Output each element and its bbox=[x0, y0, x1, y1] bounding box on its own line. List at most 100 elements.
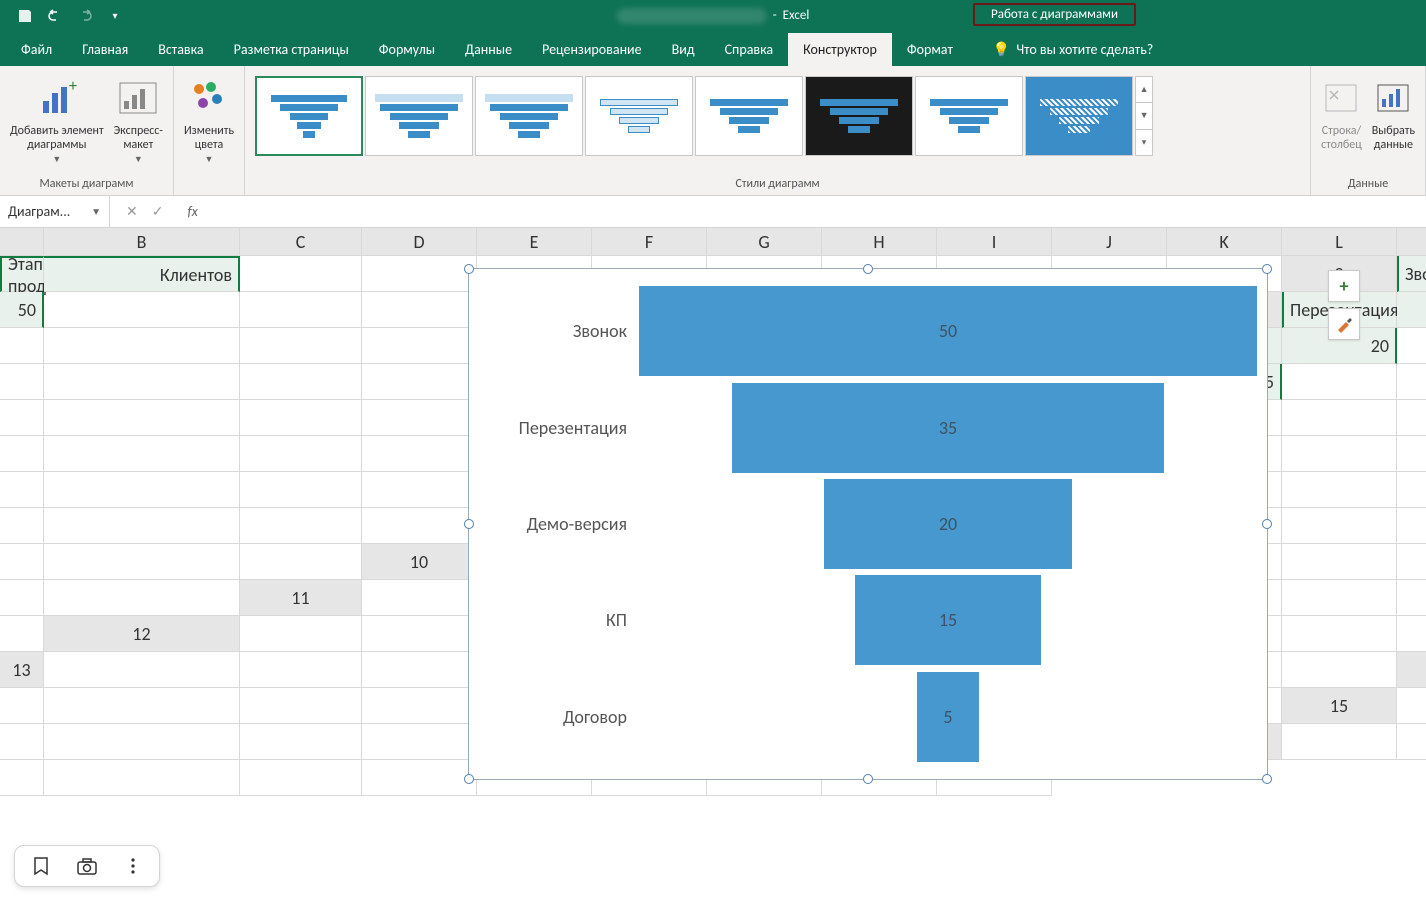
cell[interactable] bbox=[44, 292, 240, 328]
cell[interactable] bbox=[0, 328, 44, 364]
cell[interactable] bbox=[362, 436, 477, 472]
cell[interactable] bbox=[1397, 400, 1426, 436]
resize-handle[interactable] bbox=[464, 264, 474, 274]
tab-page-layout[interactable]: Разметка страницы bbox=[219, 33, 364, 66]
chart-style-3[interactable] bbox=[475, 76, 583, 156]
funnel-row[interactable]: Договор5 bbox=[479, 672, 1257, 762]
row-header[interactable]: 10 bbox=[362, 544, 477, 580]
switch-row-col-button[interactable]: Строка/ столбец bbox=[1319, 72, 1364, 153]
resize-handle[interactable] bbox=[863, 264, 873, 274]
cell[interactable] bbox=[240, 544, 362, 580]
chart-style-6[interactable] bbox=[805, 76, 913, 156]
resize-handle[interactable] bbox=[464, 774, 474, 784]
chart-style-2[interactable] bbox=[365, 76, 473, 156]
cell[interactable] bbox=[44, 544, 240, 580]
fx-label[interactable]: fx bbox=[179, 203, 205, 220]
cell[interactable] bbox=[240, 616, 362, 652]
bookmark-icon[interactable] bbox=[29, 854, 53, 878]
cell[interactable]: 50 bbox=[0, 292, 44, 328]
cell[interactable] bbox=[44, 688, 240, 724]
cell[interactable] bbox=[1397, 724, 1426, 760]
cell[interactable] bbox=[362, 580, 477, 616]
more-icon[interactable] bbox=[121, 854, 145, 878]
cell[interactable] bbox=[362, 724, 477, 760]
cell[interactable] bbox=[44, 580, 240, 616]
cell[interactable] bbox=[0, 436, 44, 472]
cell[interactable] bbox=[1397, 544, 1426, 580]
cell[interactable] bbox=[362, 328, 477, 364]
cell[interactable] bbox=[362, 616, 477, 652]
cell[interactable] bbox=[1282, 652, 1397, 688]
chart-style-4[interactable] bbox=[585, 76, 693, 156]
column-header[interactable]: D bbox=[362, 228, 477, 256]
cell[interactable] bbox=[44, 328, 240, 364]
cell[interactable] bbox=[240, 760, 362, 796]
undo-icon[interactable] bbox=[42, 3, 68, 29]
cell[interactable] bbox=[362, 652, 477, 688]
cell[interactable] bbox=[240, 364, 362, 400]
column-header[interactable]: B bbox=[44, 228, 240, 256]
add-chart-element-button[interactable]: + Добавить элемент диаграммы ▼ bbox=[8, 72, 106, 166]
column-header[interactable]: E bbox=[477, 228, 592, 256]
cell[interactable] bbox=[44, 760, 240, 796]
cell[interactable] bbox=[362, 472, 477, 508]
tab-format[interactable]: Формат bbox=[892, 33, 968, 66]
cell[interactable] bbox=[0, 508, 44, 544]
cell[interactable] bbox=[1397, 616, 1426, 652]
column-header[interactable]: G bbox=[707, 228, 822, 256]
row-header[interactable]: 15 bbox=[1282, 688, 1397, 724]
name-box[interactable]: Диаграм... ▼ bbox=[0, 196, 110, 227]
gallery-more-icon[interactable]: ▾ bbox=[1136, 130, 1152, 155]
cell[interactable] bbox=[1397, 328, 1426, 364]
cell[interactable] bbox=[362, 760, 477, 796]
funnel-chart-object[interactable]: Звонок50Перезентация35Демо-версия20КП15Д… bbox=[468, 268, 1268, 780]
funnel-bar[interactable]: 50 bbox=[639, 286, 1257, 376]
funnel-bar[interactable]: 15 bbox=[855, 575, 1040, 665]
cell[interactable]: Звонок bbox=[1397, 256, 1426, 292]
row-header[interactable]: 1 bbox=[1397, 228, 1426, 256]
gallery-up-icon[interactable]: ▲ bbox=[1136, 77, 1152, 103]
cell[interactable] bbox=[1282, 364, 1397, 400]
cell[interactable] bbox=[362, 256, 477, 292]
chart-style-7[interactable] bbox=[915, 76, 1023, 156]
cell[interactable] bbox=[44, 724, 240, 760]
cell[interactable] bbox=[0, 364, 44, 400]
cell[interactable] bbox=[0, 760, 44, 796]
tab-home[interactable]: Главная bbox=[67, 33, 143, 66]
cell[interactable] bbox=[362, 400, 477, 436]
chart-style-5[interactable] bbox=[695, 76, 803, 156]
funnel-chart-plot[interactable]: Звонок50Перезентация35Демо-версия20КП15Д… bbox=[469, 269, 1267, 779]
save-icon[interactable] bbox=[12, 3, 38, 29]
funnel-row[interactable]: КП15 bbox=[479, 575, 1257, 665]
column-header[interactable]: I bbox=[937, 228, 1052, 256]
funnel-bar[interactable]: 35 bbox=[732, 383, 1165, 473]
cell[interactable] bbox=[240, 472, 362, 508]
cell[interactable] bbox=[0, 580, 44, 616]
redo-icon[interactable] bbox=[72, 3, 98, 29]
tab-design[interactable]: Конструктор bbox=[788, 33, 892, 66]
cell[interactable] bbox=[240, 688, 362, 724]
cell[interactable] bbox=[0, 472, 44, 508]
cell[interactable] bbox=[44, 652, 240, 688]
column-header[interactable]: F bbox=[592, 228, 707, 256]
cell[interactable] bbox=[44, 364, 240, 400]
funnel-row[interactable]: Звонок50 bbox=[479, 286, 1257, 376]
resize-handle[interactable] bbox=[1262, 519, 1272, 529]
cell[interactable] bbox=[1397, 580, 1426, 616]
resize-handle[interactable] bbox=[464, 519, 474, 529]
cell[interactable] bbox=[240, 400, 362, 436]
cell[interactable] bbox=[362, 364, 477, 400]
cell[interactable] bbox=[362, 508, 477, 544]
cell[interactable] bbox=[1397, 364, 1426, 400]
cell[interactable] bbox=[240, 328, 362, 364]
gallery-down-icon[interactable]: ▼ bbox=[1136, 103, 1152, 129]
chart-elements-button[interactable]: + bbox=[1328, 270, 1360, 302]
tab-file[interactable]: Файл bbox=[6, 33, 67, 66]
cell[interactable] bbox=[1282, 544, 1397, 580]
camera-icon[interactable] bbox=[75, 854, 99, 878]
chart-styles-button[interactable] bbox=[1328, 308, 1360, 340]
cell[interactable] bbox=[1282, 508, 1397, 544]
funnel-bar[interactable]: 5 bbox=[917, 672, 979, 762]
row-header[interactable]: 13 bbox=[0, 652, 44, 688]
column-header[interactable]: H bbox=[822, 228, 937, 256]
